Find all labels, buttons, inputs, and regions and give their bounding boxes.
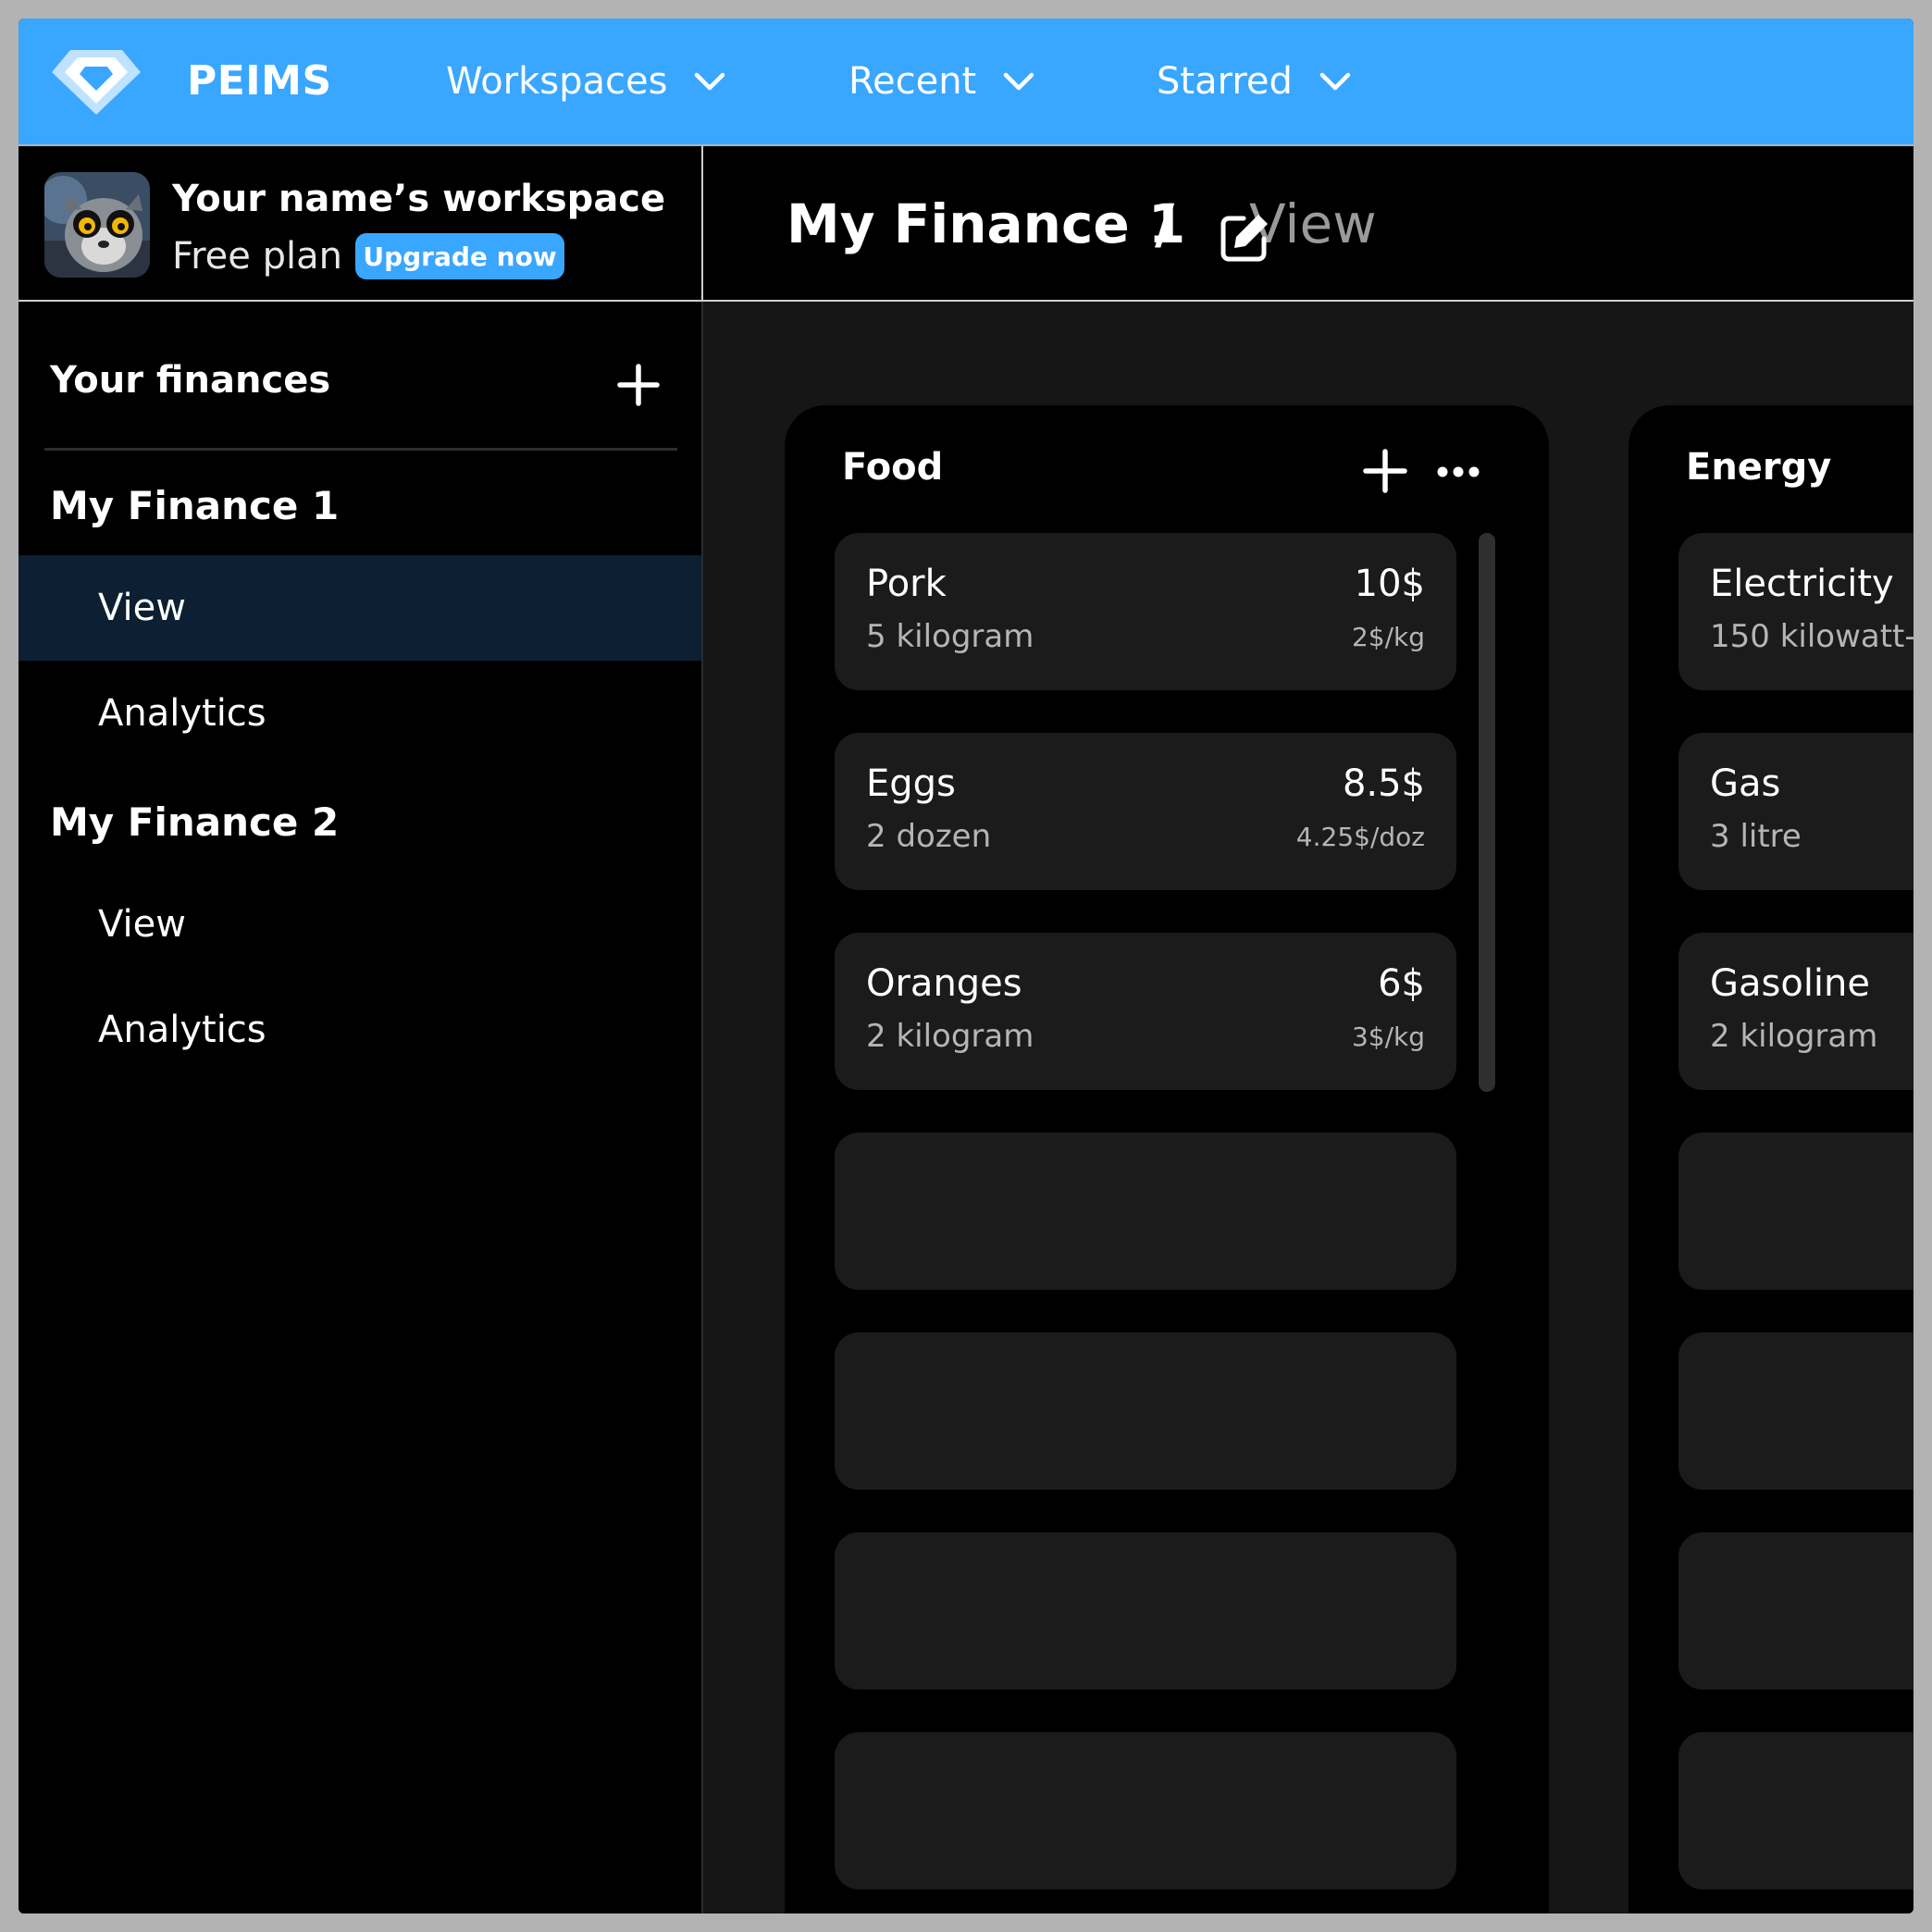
- item-name: Pork: [866, 563, 947, 605]
- nav-workspaces-label: Workspaces: [446, 60, 668, 103]
- empty-card-placeholder: [1678, 1532, 1913, 1690]
- item-unit-price: 4.25$/doz: [1295, 822, 1425, 852]
- item-name: Oranges: [866, 962, 1022, 1005]
- sidebar-title: Your finances: [50, 359, 331, 402]
- workspace-header: Your name’s workspace Free plan Upgrade …: [19, 146, 703, 302]
- item-price: 6$: [1378, 962, 1425, 1005]
- column-title: Food: [842, 446, 944, 489]
- item-quantity: 5 kilogram: [866, 618, 1034, 655]
- nav-starred-label: Starred: [1157, 60, 1293, 103]
- brand-name[interactable]: PEIMS: [187, 57, 332, 105]
- workspace-plan: Free plan: [172, 235, 342, 278]
- empty-card-placeholder: [835, 1732, 1456, 1889]
- screen-frame: PEIMS Workspaces Recent Starred Your nam…: [0, 0, 1932, 1932]
- upgrade-button[interactable]: Upgrade now: [355, 233, 564, 279]
- item-price: 8.5$: [1342, 762, 1425, 805]
- sidebar-group-my-finance-2[interactable]: My Finance 2: [50, 799, 339, 845]
- sidebar-item-analytics[interactable]: Analytics: [19, 661, 701, 766]
- column-title: Energy: [1686, 446, 1832, 489]
- sidebar: Your finances My Finance 1 View Analytic…: [19, 302, 703, 1913]
- item-quantity: 3 litre: [1710, 818, 1802, 855]
- item-name: Eggs: [866, 762, 956, 805]
- item-unit-price: 3$/kg: [1351, 1022, 1425, 1052]
- sidebar-item-label: View: [98, 903, 186, 946]
- add-finance-icon[interactable]: [616, 363, 661, 407]
- item-card[interactable]: Electricity 150 kilowatt-h: [1678, 533, 1913, 690]
- edit-icon[interactable]: [1216, 209, 1273, 266]
- item-card[interactable]: Pork 5 kilogram 10$ 2$/kg: [835, 533, 1456, 690]
- empty-card-placeholder: [1678, 1332, 1913, 1490]
- top-navigation-bar: PEIMS Workspaces Recent Starred: [19, 19, 1913, 146]
- sidebar-item-view[interactable]: View: [19, 872, 701, 977]
- empty-card-placeholder: [835, 1532, 1456, 1690]
- sidebar-item-label: View: [98, 587, 186, 629]
- empty-card-placeholder: [1678, 1133, 1913, 1290]
- empty-card-placeholder: [835, 1332, 1456, 1490]
- item-name: Gasoline: [1710, 962, 1871, 1005]
- sidebar-item-label: Analytics: [98, 692, 266, 735]
- item-quantity: 2 kilogram: [866, 1018, 1034, 1055]
- diamond-logo-icon[interactable]: [50, 44, 142, 118]
- column-energy: Energy Electricity 150 kilowatt-h Gas 3 …: [1629, 405, 1913, 1913]
- empty-card-placeholder: [835, 1133, 1456, 1290]
- sidebar-item-view[interactable]: View: [19, 555, 701, 661]
- board: Food Pork 5 kilogram 10$ 2$/kg Eggs 2 do…: [703, 302, 1913, 1913]
- sidebar-divider: [44, 448, 677, 451]
- item-card[interactable]: Oranges 2 kilogram 6$ 3$/kg: [835, 933, 1456, 1090]
- chevron-down-icon: [1004, 72, 1034, 91]
- breadcrumb-separator: /: [1155, 192, 1175, 255]
- breadcrumb-finance[interactable]: My Finance 1: [786, 192, 1185, 255]
- avatar[interactable]: [44, 172, 150, 278]
- chevron-down-icon: [1319, 72, 1351, 91]
- sidebar-group-my-finance-1[interactable]: My Finance 1: [50, 483, 339, 528]
- app-window: PEIMS Workspaces Recent Starred Your nam…: [19, 19, 1913, 1913]
- item-name: Electricity: [1710, 563, 1894, 605]
- sidebar-item-analytics[interactable]: Analytics: [19, 977, 701, 1083]
- chevron-down-icon: [695, 72, 725, 91]
- nav-recent-menu[interactable]: Recent: [848, 56, 1037, 107]
- nav-workspaces-menu[interactable]: Workspaces: [446, 56, 728, 107]
- item-name: Gas: [1710, 762, 1781, 805]
- item-card[interactable]: Eggs 2 dozen 8.5$ 4.25$/doz: [835, 733, 1456, 890]
- sidebar-item-label: Analytics: [98, 1009, 266, 1051]
- workspace-name: Your name’s workspace: [172, 178, 666, 220]
- item-price: 10$: [1354, 563, 1425, 605]
- item-unit-price: 2$/kg: [1351, 622, 1425, 652]
- nav-starred-menu[interactable]: Starred: [1157, 56, 1354, 107]
- item-quantity: 2 dozen: [866, 818, 992, 855]
- item-card[interactable]: Gasoline 2 kilogram: [1678, 933, 1913, 1090]
- scrollbar[interactable]: [1479, 533, 1495, 1092]
- item-card[interactable]: Gas 3 litre: [1678, 733, 1913, 890]
- more-options-icon[interactable]: [1436, 459, 1480, 485]
- item-quantity: 2 kilogram: [1710, 1018, 1878, 1055]
- nav-recent-label: Recent: [848, 60, 977, 103]
- breadcrumb: My Finance 1 / View: [703, 146, 1913, 302]
- empty-card-placeholder: [1678, 1732, 1913, 1889]
- plus-icon[interactable]: [1362, 448, 1408, 494]
- item-quantity: 150 kilowatt-h: [1710, 618, 1913, 655]
- column-food: Food Pork 5 kilogram 10$ 2$/kg Eggs 2 do…: [785, 405, 1549, 1913]
